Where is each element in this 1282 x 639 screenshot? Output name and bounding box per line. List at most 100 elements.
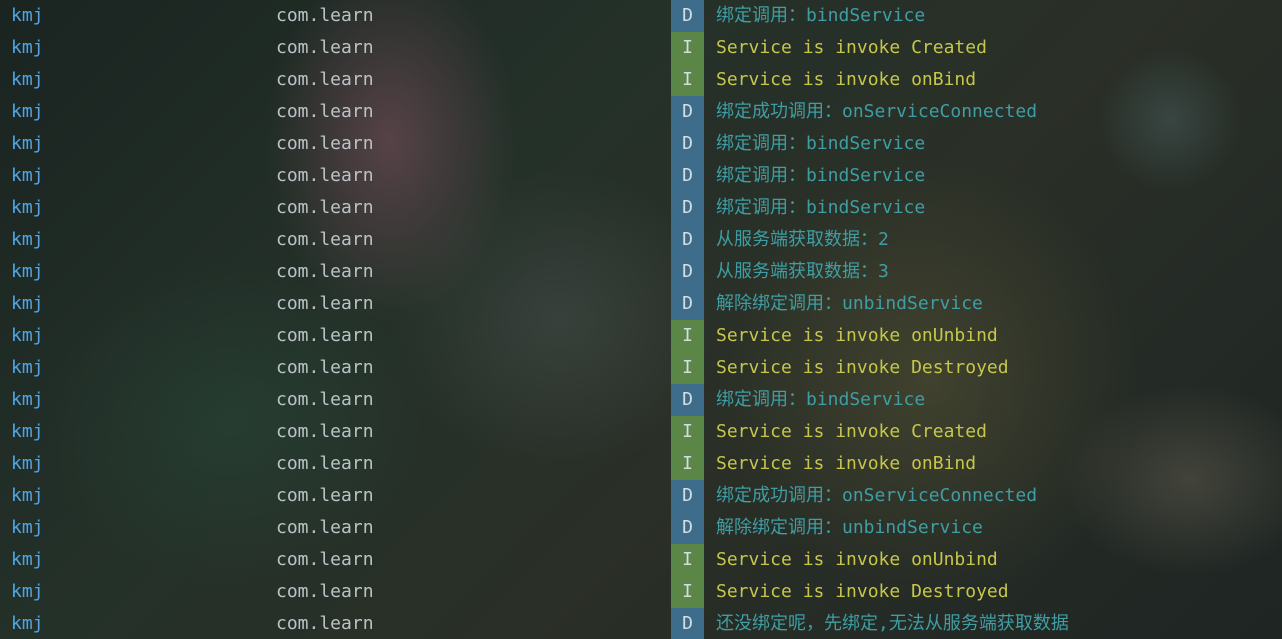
log-message: 绑定调用：bindService [716, 165, 926, 186]
log-package: com.learn [276, 293, 374, 314]
log-tag: kmj [11, 229, 44, 250]
log-package: com.learn [276, 453, 374, 474]
log-tag: kmj [11, 101, 44, 122]
log-message: Service is invoke Destroyed [716, 357, 1009, 378]
log-tag: kmj [11, 165, 44, 186]
log-package: com.learn [276, 325, 374, 346]
log-tag: kmj [11, 293, 44, 314]
log-message: 绑定调用：bindService [716, 389, 926, 410]
log-message: Service is invoke onUnbind [716, 549, 998, 570]
log-tag: kmj [11, 261, 44, 282]
log-message: 从服务端获取数据：3 [716, 261, 889, 282]
log-level-badge: I [671, 352, 704, 384]
log-row[interactable]: kmj com.learn I Service is invoke onUnbi… [0, 544, 1282, 576]
log-row[interactable]: kmj com.learn I Service is invoke Create… [0, 416, 1282, 448]
log-level-badge: D [671, 192, 704, 224]
log-row[interactable]: kmj com.learn D 绑定调用：bindService [0, 192, 1282, 224]
log-level-badge: D [671, 160, 704, 192]
log-message: 还没绑定呢，先绑定,无法从服务端获取数据 [716, 613, 1069, 634]
log-row[interactable]: kmj com.learn D 从服务端获取数据：3 [0, 256, 1282, 288]
log-package: com.learn [276, 133, 374, 154]
log-row[interactable]: kmj com.learn D 从服务端获取数据：2 [0, 224, 1282, 256]
log-message: 绑定调用：bindService [716, 5, 926, 26]
log-tag: kmj [11, 421, 44, 442]
log-row[interactable]: kmj com.learn D 绑定调用：bindService [0, 0, 1282, 32]
log-row[interactable]: kmj com.learn D 绑定调用：bindService [0, 128, 1282, 160]
log-level-badge: D [671, 288, 704, 320]
log-level-badge: D [671, 0, 704, 32]
log-row[interactable]: kmj com.learn D 解除绑定调用：unbindService [0, 512, 1282, 544]
log-package: com.learn [276, 485, 374, 506]
log-message: Service is invoke Created [716, 37, 987, 58]
log-package: com.learn [276, 37, 374, 58]
log-level-badge: D [671, 608, 704, 639]
log-message: 绑定成功调用：onServiceConnected [716, 101, 1038, 122]
log-package: com.learn [276, 549, 374, 570]
log-message: Service is invoke onBind [716, 453, 977, 474]
log-message: 绑定成功调用：onServiceConnected [716, 485, 1038, 506]
log-message: Service is invoke onUnbind [716, 325, 998, 346]
log-tag: kmj [11, 549, 44, 570]
log-tag: kmj [11, 517, 44, 538]
log-list[interactable]: kmj com.learn D 绑定调用：bindService kmj com… [0, 0, 1282, 639]
log-level-badge: D [671, 480, 704, 512]
logcat-panel[interactable]: kmj com.learn D 绑定调用：bindService kmj com… [0, 0, 1282, 639]
log-package: com.learn [276, 357, 374, 378]
log-tag: kmj [11, 37, 44, 58]
log-row[interactable]: kmj com.learn I Service is invoke onBind [0, 64, 1282, 96]
log-package: com.learn [276, 69, 374, 90]
log-tag: kmj [11, 69, 44, 90]
log-tag: kmj [11, 5, 44, 26]
log-level-badge: D [671, 224, 704, 256]
log-package: com.learn [276, 581, 374, 602]
log-message: 从服务端获取数据：2 [716, 229, 889, 250]
log-row[interactable]: kmj com.learn D 绑定成功调用：onServiceConnecte… [0, 480, 1282, 512]
log-package: com.learn [276, 261, 374, 282]
log-tag: kmj [11, 197, 44, 218]
log-message: 绑定调用：bindService [716, 197, 926, 218]
log-package: com.learn [276, 389, 374, 410]
log-message: Service is invoke Destroyed [716, 581, 1009, 602]
log-level-badge: I [671, 448, 704, 480]
log-row[interactable]: kmj com.learn I Service is invoke Destro… [0, 352, 1282, 384]
log-level-badge: D [671, 512, 704, 544]
log-row[interactable]: kmj com.learn I Service is invoke onUnbi… [0, 320, 1282, 352]
log-package: com.learn [276, 5, 374, 26]
log-message: Service is invoke onBind [716, 69, 977, 90]
log-level-badge: I [671, 64, 704, 96]
log-package: com.learn [276, 517, 374, 538]
log-level-badge: D [671, 256, 704, 288]
log-message: Service is invoke Created [716, 421, 987, 442]
log-level-badge: D [671, 128, 704, 160]
log-row[interactable]: kmj com.learn I Service is invoke Destro… [0, 576, 1282, 608]
log-package: com.learn [276, 197, 374, 218]
log-message: 解除绑定调用：unbindService [716, 293, 983, 314]
log-tag: kmj [11, 613, 44, 634]
log-level-badge: I [671, 32, 704, 64]
log-tag: kmj [11, 357, 44, 378]
log-row[interactable]: kmj com.learn I Service is invoke Create… [0, 32, 1282, 64]
log-tag: kmj [11, 133, 44, 154]
log-row[interactable]: kmj com.learn D 绑定成功调用：onServiceConnecte… [0, 96, 1282, 128]
log-row[interactable]: kmj com.learn D 绑定调用：bindService [0, 384, 1282, 416]
log-level-badge: I [671, 416, 704, 448]
log-message: 绑定调用：bindService [716, 133, 926, 154]
log-package: com.learn [276, 165, 374, 186]
log-package: com.learn [276, 101, 374, 122]
log-row[interactable]: kmj com.learn D 还没绑定呢，先绑定,无法从服务端获取数据 [0, 608, 1282, 639]
log-row[interactable]: kmj com.learn D 绑定调用：bindService [0, 160, 1282, 192]
log-level-badge: I [671, 544, 704, 576]
log-level-badge: D [671, 96, 704, 128]
log-tag: kmj [11, 485, 44, 506]
log-tag: kmj [11, 581, 44, 602]
log-tag: kmj [11, 389, 44, 410]
log-tag: kmj [11, 453, 44, 474]
log-package: com.learn [276, 421, 374, 442]
log-level-badge: I [671, 576, 704, 608]
log-package: com.learn [276, 229, 374, 250]
log-row[interactable]: kmj com.learn I Service is invoke onBind [0, 448, 1282, 480]
log-message: 解除绑定调用：unbindService [716, 517, 983, 538]
log-package: com.learn [276, 613, 374, 634]
log-level-badge: I [671, 320, 704, 352]
log-row[interactable]: kmj com.learn D 解除绑定调用：unbindService [0, 288, 1282, 320]
